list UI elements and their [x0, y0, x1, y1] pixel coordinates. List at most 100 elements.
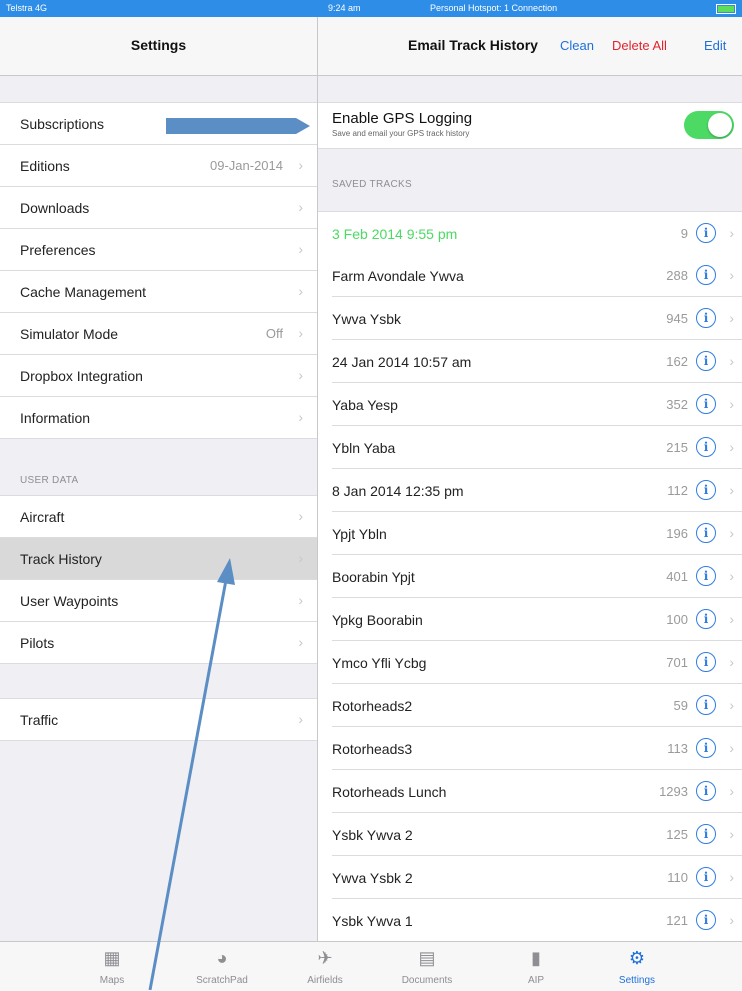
chevron-right-icon: ›: [298, 550, 303, 566]
saved-tracks-header: SAVED TRACKS: [332, 179, 412, 190]
settings-item-simulator-mode[interactable]: Simulator Mode Off ›: [0, 313, 317, 355]
settings-item-information[interactable]: Information ›: [0, 397, 317, 439]
track-point-count: 196: [666, 526, 688, 541]
gps-logging-toggle[interactable]: [684, 111, 734, 139]
tab-maps[interactable]: ▦ Maps: [72, 942, 152, 991]
airplane-icon: ✈: [317, 948, 333, 968]
track-name: Yaba Yesp: [332, 397, 398, 413]
settings-item-value: 09-Jan-2014: [210, 158, 283, 173]
track-row[interactable]: Ybln Yaba 215 i ›: [318, 426, 742, 469]
track-row[interactable]: 3 Feb 2014 9:55 pm 9 i ›: [318, 211, 742, 255]
info-icon[interactable]: i: [696, 223, 716, 243]
track-row[interactable]: Ywva Ysbk 2 110 i ›: [318, 856, 742, 899]
tab-settings[interactable]: ⚙ Settings: [597, 942, 677, 991]
track-row[interactable]: 8 Jan 2014 12:35 pm 112 i ›: [318, 469, 742, 512]
settings-item-subscriptions[interactable]: Subscriptions ›: [0, 102, 317, 145]
settings-item-label: Downloads: [20, 200, 90, 216]
track-point-count: 121: [666, 913, 688, 928]
detail-title: Email Track History: [408, 37, 538, 53]
info-icon[interactable]: i: [696, 394, 716, 414]
tab-label: AIP: [527, 975, 545, 986]
info-icon[interactable]: i: [696, 437, 716, 457]
track-name: Boorabin Ypjt: [332, 569, 415, 585]
chevron-right-icon: ›: [729, 482, 734, 498]
settings-item-value: Off: [265, 326, 283, 341]
track-row[interactable]: Yaba Yesp 352 i ›: [318, 383, 742, 426]
edit-button[interactable]: Edit: [704, 38, 726, 53]
track-name: Ywva Ysbk 2: [332, 870, 413, 886]
tab-documents[interactable]: ▤ Documents: [387, 942, 467, 991]
settings-item-track-history[interactable]: Track History ›: [0, 538, 317, 580]
track-name: 24 Jan 2014 10:57 am: [332, 354, 472, 370]
chevron-right-icon: ›: [298, 115, 303, 131]
settings-panel: Settings Subscriptions › Editions 09-Jan…: [0, 17, 317, 941]
track-row[interactable]: Ymco Yfli Ycbg 701 i ›: [318, 641, 742, 684]
settings-item-label: Traffic: [20, 712, 59, 728]
info-icon[interactable]: i: [696, 566, 716, 586]
info-icon[interactable]: i: [696, 265, 716, 285]
gps-logging-row: Enable GPS Logging Save and email your G…: [318, 102, 742, 149]
chevron-right-icon: ›: [298, 325, 303, 341]
track-point-count: 352: [666, 397, 688, 412]
track-point-count: 59: [673, 698, 688, 713]
info-icon[interactable]: i: [696, 781, 716, 801]
track-row[interactable]: Rotorheads2 59 i ›: [318, 684, 742, 727]
info-icon[interactable]: i: [696, 652, 716, 672]
settings-item-dropbox[interactable]: Dropbox Integration ›: [0, 355, 317, 397]
info-icon[interactable]: i: [696, 695, 716, 715]
settings-item-aircraft[interactable]: Aircraft ›: [0, 495, 317, 538]
track-row[interactable]: Ypjt Ybln 196 i ›: [318, 512, 742, 555]
track-point-count: 1293: [659, 784, 688, 799]
settings-item-downloads[interactable]: Downloads ›: [0, 187, 317, 229]
track-history-navbar: Email Track History Clean Delete All Edi…: [318, 17, 742, 76]
settings-item-pilots[interactable]: Pilots ›: [0, 622, 317, 664]
track-name: 8 Jan 2014 12:35 pm: [332, 483, 464, 499]
settings-item-cache-management[interactable]: Cache Management ›: [0, 271, 317, 313]
track-row[interactable]: Rotorheads3 113 i ›: [318, 727, 742, 770]
track-name: Farm Avondale Ywva: [332, 268, 464, 284]
info-icon[interactable]: i: [696, 351, 716, 371]
chevron-right-icon: ›: [298, 367, 303, 383]
chevron-right-icon: ›: [298, 283, 303, 299]
info-icon[interactable]: i: [696, 523, 716, 543]
settings-item-label: Cache Management: [20, 284, 147, 300]
settings-item-label: Aircraft: [20, 509, 65, 525]
tab-airfields[interactable]: ✈ Airfields: [285, 942, 365, 991]
settings-item-label: Dropbox Integration: [20, 368, 143, 384]
settings-item-editions[interactable]: Editions 09-Jan-2014 ›: [0, 145, 317, 187]
info-icon[interactable]: i: [696, 738, 716, 758]
track-row[interactable]: Ysbk Ywva 2 125 i ›: [318, 813, 742, 856]
track-row[interactable]: Boorabin Ypjt 401 i ›: [318, 555, 742, 598]
info-icon[interactable]: i: [696, 480, 716, 500]
tab-aip[interactable]: ▮ AIP: [496, 942, 576, 991]
track-row[interactable]: Ypkg Boorabin 100 i ›: [318, 598, 742, 641]
settings-item-label: User Waypoints: [20, 593, 119, 609]
settings-item-preferences[interactable]: Preferences ›: [0, 229, 317, 271]
chevron-right-icon: ›: [729, 912, 734, 928]
track-row[interactable]: Ywva Ysbk 945 i ›: [318, 297, 742, 340]
track-name: Ywva Ysbk: [332, 311, 401, 327]
chevron-right-icon: ›: [729, 267, 734, 283]
info-icon[interactable]: i: [696, 867, 716, 887]
info-icon[interactable]: i: [696, 824, 716, 844]
chevron-right-icon: ›: [729, 611, 734, 627]
info-icon[interactable]: i: [696, 308, 716, 328]
track-row[interactable]: Rotorheads Lunch 1293 i ›: [318, 770, 742, 813]
track-row[interactable]: Farm Avondale Ywva 288 i ›: [318, 254, 742, 297]
chevron-right-icon: ›: [729, 826, 734, 842]
info-icon[interactable]: i: [696, 910, 716, 930]
track-row[interactable]: 24 Jan 2014 10:57 am 162 i ›: [318, 340, 742, 383]
track-row[interactable]: Ysbk Ywva 1 121 i ›: [318, 899, 742, 942]
delete-all-button[interactable]: Delete All: [612, 38, 667, 53]
track-name: Ypjt Ybln: [332, 526, 387, 542]
clean-button[interactable]: Clean: [560, 38, 594, 53]
settings-item-user-waypoints[interactable]: User Waypoints ›: [0, 580, 317, 622]
settings-item-traffic[interactable]: Traffic ›: [0, 698, 317, 741]
track-point-count: 112: [667, 483, 688, 498]
info-icon[interactable]: i: [696, 609, 716, 629]
track-name: Rotorheads Lunch: [332, 784, 447, 800]
track-point-count: 701: [666, 655, 688, 670]
chevron-right-icon: ›: [729, 697, 734, 713]
settings-item-label: Simulator Mode: [20, 326, 119, 342]
tab-scratchpad[interactable]: ◕ ScratchPad: [182, 942, 262, 991]
